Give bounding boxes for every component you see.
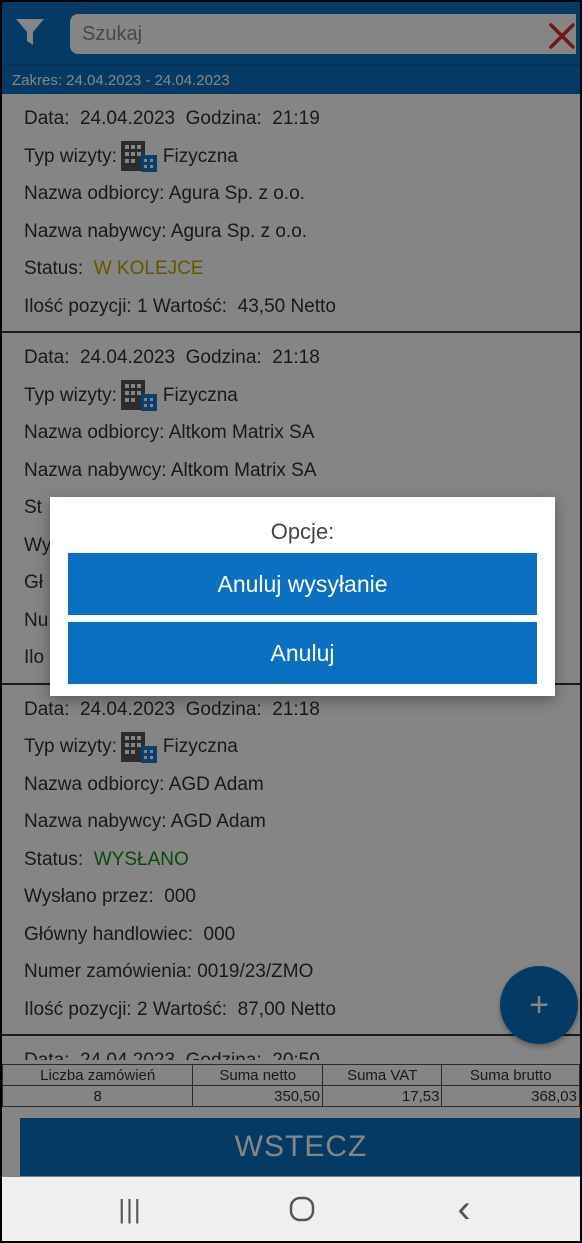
app-screen: Zakres: 24.04.2023 - 24.04.2023 Data: 24…	[0, 0, 582, 1243]
options-dialog: Opcje: Anuluj wysyłanie Anuluj	[50, 497, 555, 696]
cancel-sending-button[interactable]: Anuluj wysyłanie	[68, 553, 537, 615]
dialog-title: Opcje:	[270, 519, 335, 544]
recents-icon: |||	[118, 1193, 142, 1224]
back-nav-button[interactable]: ‹	[424, 1177, 504, 1241]
home-button[interactable]	[262, 1177, 342, 1241]
home-icon	[289, 1196, 315, 1222]
cancel-button[interactable]: Anuluj	[68, 622, 537, 684]
recents-button[interactable]: |||	[90, 1177, 170, 1241]
system-nav-bar: ||| ‹	[2, 1177, 580, 1241]
back-arrow-icon: ‹	[457, 1186, 471, 1231]
